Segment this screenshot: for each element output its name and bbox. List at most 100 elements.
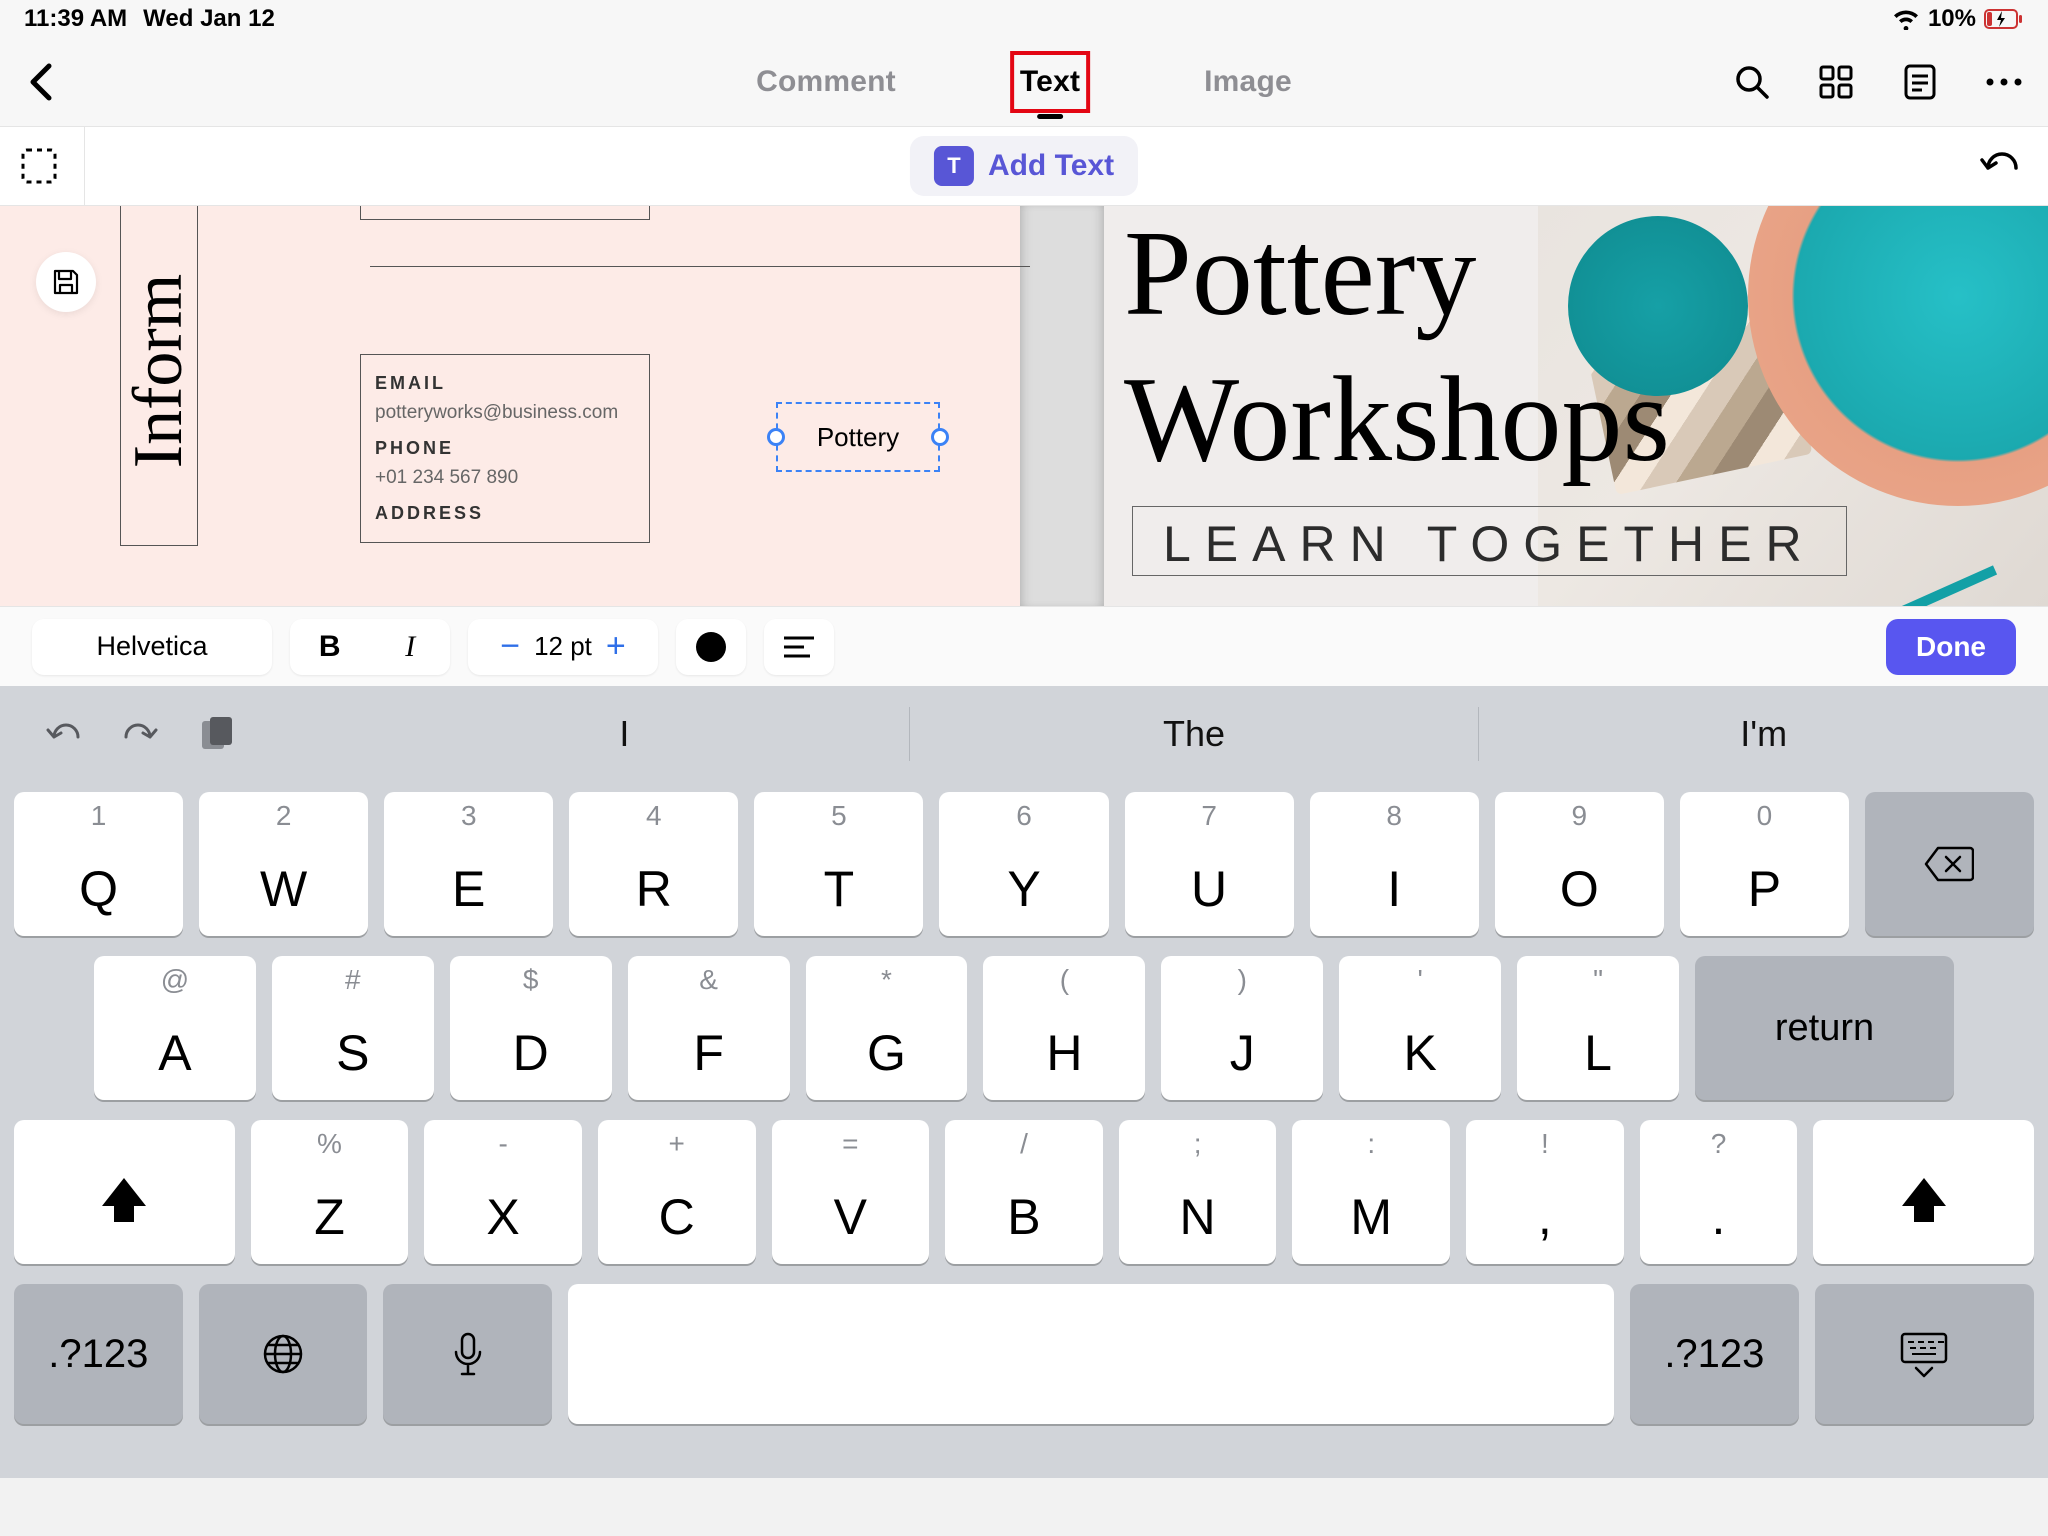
- resize-handle-left[interactable]: [767, 428, 785, 446]
- suggestion-1[interactable]: I: [340, 713, 909, 755]
- italic-button[interactable]: I: [371, 619, 451, 675]
- phone-label: PHONE: [375, 438, 635, 459]
- save-button[interactable]: [36, 252, 96, 312]
- panel-icon[interactable]: [1900, 62, 1940, 102]
- key-main: C: [659, 1188, 695, 1246]
- key-period[interactable]: ?.: [1640, 1120, 1798, 1264]
- font-size-stepper: − 12 pt +: [468, 619, 658, 675]
- font-size-value: 12 pt: [534, 631, 592, 662]
- key-numeric-right[interactable]: .?123: [1630, 1284, 1799, 1424]
- done-button[interactable]: Done: [1886, 619, 2016, 675]
- page-left[interactable]: Inform EMAIL potteryworks@business.com P…: [0, 206, 1020, 606]
- side-title: Inform: [120, 206, 198, 546]
- key-numeric-left[interactable]: .?123: [14, 1284, 183, 1424]
- key-n[interactable]: ;N: [1119, 1120, 1277, 1264]
- bold-button[interactable]: B: [290, 619, 370, 675]
- key-b[interactable]: /B: [945, 1120, 1103, 1264]
- size-decrease[interactable]: −: [492, 627, 528, 666]
- key-d[interactable]: $D: [450, 956, 612, 1100]
- tab-text[interactable]: Text: [1018, 59, 1082, 105]
- key-alt: !: [1541, 1128, 1549, 1160]
- status-time: 11:39 AM: [24, 5, 127, 33]
- key-l[interactable]: "L: [1517, 956, 1679, 1100]
- key-y[interactable]: 6Y: [939, 792, 1108, 936]
- key-main: Z: [314, 1188, 345, 1246]
- key-alt: ): [1238, 964, 1247, 996]
- undo-button[interactable]: [1980, 148, 2020, 184]
- key-g[interactable]: *G: [806, 956, 968, 1100]
- key-globe[interactable]: [199, 1284, 368, 1424]
- key-alt: 3: [461, 800, 477, 832]
- page-right[interactable]: PotteryWorkshops LEARN TOGETHER: [1104, 206, 2048, 606]
- key-t[interactable]: 5T: [754, 792, 923, 936]
- add-text-icon: T: [934, 146, 974, 186]
- more-icon[interactable]: [1984, 62, 2024, 102]
- key-z[interactable]: %Z: [251, 1120, 409, 1264]
- bold-italic-segment: B I: [290, 619, 450, 675]
- suggestion-2[interactable]: The: [910, 713, 1479, 755]
- key-alt: :: [1367, 1128, 1375, 1160]
- key-j[interactable]: )J: [1161, 956, 1323, 1100]
- key-comma[interactable]: !,: [1466, 1120, 1624, 1264]
- grid-icon[interactable]: [1816, 62, 1856, 102]
- resize-handle-right[interactable]: [931, 428, 949, 446]
- key-alt: ": [1593, 964, 1603, 996]
- key-alt: +: [669, 1128, 685, 1160]
- key-alt: (: [1060, 964, 1069, 996]
- key-q[interactable]: 1Q: [14, 792, 183, 936]
- kb-redo-icon[interactable]: [122, 719, 160, 749]
- key-backspace[interactable]: [1865, 792, 2034, 936]
- key-main: S: [336, 1024, 369, 1082]
- key-main: O: [1560, 860, 1599, 918]
- key-alt: 5: [831, 800, 847, 832]
- key-k[interactable]: 'K: [1339, 956, 1501, 1100]
- key-s[interactable]: #S: [272, 956, 434, 1100]
- back-button[interactable]: [0, 62, 80, 102]
- key-main: H: [1046, 1024, 1082, 1082]
- key-c[interactable]: +C: [598, 1120, 756, 1264]
- key-v[interactable]: =V: [772, 1120, 930, 1264]
- key-u[interactable]: 7U: [1125, 792, 1294, 936]
- selection-tool-icon[interactable]: [20, 147, 58, 185]
- font-picker[interactable]: Helvetica: [32, 619, 272, 675]
- search-icon[interactable]: [1732, 62, 1772, 102]
- key-o[interactable]: 9O: [1495, 792, 1664, 936]
- key-main: T: [824, 860, 855, 918]
- key-p[interactable]: 0P: [1680, 792, 1849, 936]
- key-shift-left[interactable]: [14, 1120, 235, 1264]
- text-color-button[interactable]: [676, 619, 746, 675]
- key-r[interactable]: 4R: [569, 792, 738, 936]
- key-w[interactable]: 2W: [199, 792, 368, 936]
- key-main: Y: [1007, 860, 1040, 918]
- key-return[interactable]: return: [1695, 956, 1954, 1100]
- key-f[interactable]: &F: [628, 956, 790, 1100]
- key-x[interactable]: -X: [424, 1120, 582, 1264]
- contact-card: EMAIL potteryworks@business.com PHONE +0…: [360, 354, 650, 543]
- tab-image[interactable]: Image: [1202, 59, 1294, 105]
- key-alt: ?: [1711, 1128, 1727, 1160]
- cover-subtitle: LEARN TOGETHER: [1132, 506, 1847, 576]
- key-space[interactable]: [568, 1284, 1614, 1424]
- document-canvas[interactable]: Inform EMAIL potteryworks@business.com P…: [0, 206, 2048, 606]
- battery-icon: [1984, 9, 2024, 29]
- key-mic[interactable]: [383, 1284, 552, 1424]
- kb-clipboard-icon[interactable]: [200, 715, 234, 753]
- align-button[interactable]: [764, 619, 834, 675]
- keyboard: I The I'm 1Q2W3E4R5T6Y7U8I9O0P @A#S$D&F*…: [0, 686, 2048, 1478]
- inserted-text-box[interactable]: Pottery: [776, 402, 940, 472]
- key-m[interactable]: :M: [1292, 1120, 1450, 1264]
- kb-undo-icon[interactable]: [44, 719, 82, 749]
- key-e[interactable]: 3E: [384, 792, 553, 936]
- key-a[interactable]: @A: [94, 956, 256, 1100]
- size-increase[interactable]: +: [598, 627, 634, 666]
- tab-comment[interactable]: Comment: [754, 59, 898, 105]
- key-h[interactable]: (H: [983, 956, 1145, 1100]
- key-i[interactable]: 8I: [1310, 792, 1479, 936]
- key-dismiss[interactable]: [1815, 1284, 2034, 1424]
- add-text-button[interactable]: T Add Text: [910, 136, 1138, 196]
- key-shift-right[interactable]: [1813, 1120, 2034, 1264]
- key-main: K: [1403, 1024, 1436, 1082]
- suggestion-3[interactable]: I'm: [1479, 713, 2048, 755]
- rule: [370, 266, 1030, 267]
- box: [360, 206, 650, 220]
